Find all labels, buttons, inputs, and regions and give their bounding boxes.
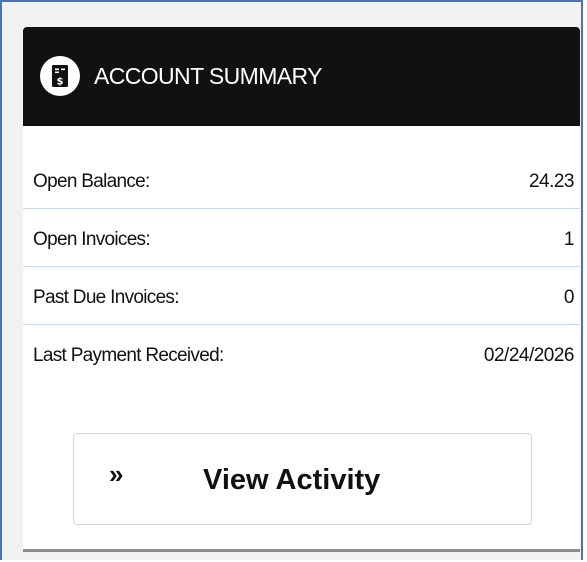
account-summary-panel-frame: $ ACCOUNT SUMMARY Open Balance: 24.23 Op… [0,0,583,560]
row-label: Past Due Invoices: [33,287,180,308]
summary-row-last-payment: Last Payment Received: 02/24/2026 [23,325,580,383]
row-value: 1 [563,229,575,250]
account-summary-card: $ ACCOUNT SUMMARY Open Balance: 24.23 Op… [23,27,580,552]
card-title: ACCOUNT SUMMARY [94,63,322,89]
row-value: 24.23 [528,171,575,192]
view-activity-label: View Activity [203,464,381,496]
invoice-dollar-icon: $ [40,56,80,96]
row-label: Open Invoices: [33,229,151,250]
card-header: $ ACCOUNT SUMMARY [23,27,580,126]
summary-list: Open Balance: 24.23 Open Invoices: 1 Pas… [23,151,580,383]
view-activity-button[interactable]: » View Activity [73,433,532,525]
double-chevron-right-icon: » [109,459,124,489]
row-label: Open Balance: [33,171,150,192]
row-label: Last Payment Received: [33,345,224,366]
row-value: 0 [563,287,575,308]
svg-text:$: $ [57,77,64,88]
summary-row-open-balance: Open Balance: 24.23 [23,151,580,209]
summary-row-past-due-invoices: Past Due Invoices: 0 [23,267,580,325]
summary-row-open-invoices: Open Invoices: 1 [23,209,580,267]
row-value: 02/24/2026 [483,345,575,366]
